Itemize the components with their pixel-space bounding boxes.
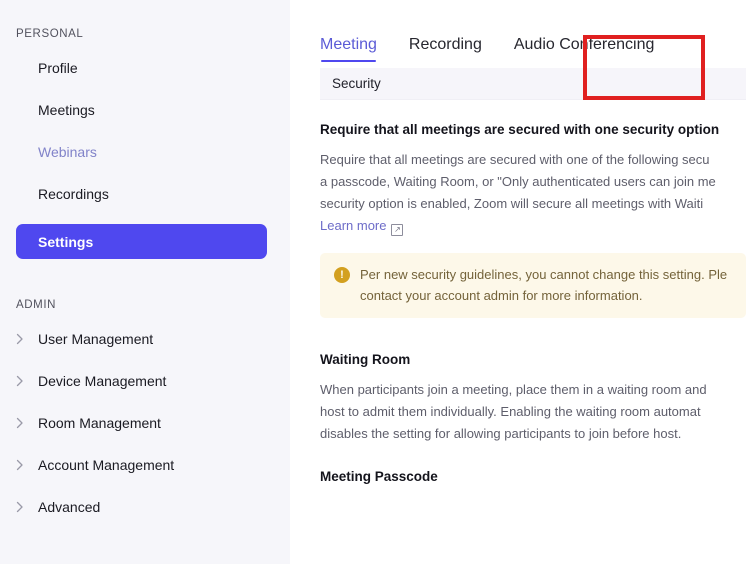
sidebar: PERSONAL Profile Meetings Webinars Recor… [0,0,290,564]
settings-gap [320,318,746,352]
main-content: Meeting Recording Audio Conferencing Sec… [290,0,746,564]
security-notice-banner: ! Per new security guidelines, you canno… [320,253,746,318]
tab-label: Recording [408,36,482,53]
section-header-security: Security [320,68,746,100]
tab-label: Meeting [320,36,377,53]
tab-recording[interactable]: Recording [393,36,498,68]
warning-icon: ! [334,267,350,283]
sidebar-item-label: Device Management [38,373,167,389]
sidebar-item-meetings[interactable]: Meetings [0,98,290,122]
setting-title: Require that all meetings are secured wi… [320,122,720,137]
sidebar-item-label: Advanced [38,499,101,515]
setting-description-line: Require that all meetings are secured wi… [320,152,710,167]
sidebar-item-user-management[interactable]: User Management [0,327,290,351]
setting-description: Require that all meetings are secured wi… [320,149,746,237]
zoom-settings-page: PERSONAL Profile Meetings Webinars Recor… [0,0,746,564]
setting-description-line: security option is enabled, Zoom will se… [320,196,704,211]
chevron-right-icon [16,459,30,471]
sidebar-item-webinars[interactable]: Webinars [0,140,290,164]
notice-text: Per new security guidelines, you cannot … [360,264,727,306]
tab-label: Audio Conferencing [513,36,655,53]
sidebar-item-label: Room Management [38,415,161,431]
tab-meeting[interactable]: Meeting [304,36,393,68]
sidebar-item-label: Webinars [38,144,97,160]
sidebar-item-profile[interactable]: Profile [0,56,290,80]
chevron-right-icon [16,501,30,513]
external-link-icon: ↗ [391,224,404,236]
sidebar-item-advanced[interactable]: Advanced [0,495,290,519]
sidebar-item-label: Meetings [38,102,95,118]
notice-text-line: contact your account admin for more info… [360,288,643,303]
sidebar-item-label: Profile [38,60,78,76]
setting-title: Waiting Room [320,352,411,367]
sidebar-item-room-management[interactable]: Room Management [0,411,290,435]
sidebar-item-device-management[interactable]: Device Management [0,369,290,393]
setting-description-line: When participants join a meeting, place … [320,382,707,397]
settings-tabbar: Meeting Recording Audio Conferencing [290,0,746,68]
section-title: Security [332,76,381,91]
setting-waiting-room: Waiting Room When participants join a me… [320,352,746,445]
chevron-right-icon [16,375,30,387]
setting-description: When participants join a meeting, place … [320,379,746,445]
setting-title: Meeting Passcode [320,469,438,484]
tab-audio-conferencing[interactable]: Audio Conferencing [498,36,671,68]
sidebar-item-settings[interactable]: Settings [16,224,267,259]
setting-description-line: disables the setting for allowing partic… [320,426,682,441]
settings-content: Security Require that all meetings are s… [290,68,746,484]
sidebar-item-label: Settings [38,233,94,250]
settings-gap [320,445,746,469]
setting-require-security-option: Require that all meetings are secured wi… [320,100,746,318]
learn-more-row: Learn more ↗ [320,215,746,237]
setting-meeting-passcode: Meeting Passcode [320,469,746,484]
setting-description-line: a passcode, Waiting Room, or "Only authe… [320,174,716,189]
notice-text-line: Per new security guidelines, you cannot … [360,267,728,282]
sidebar-item-label: Account Management [38,457,175,473]
sidebar-item-label: Recordings [38,186,109,202]
sidebar-item-account-management[interactable]: Account Management [0,453,290,477]
sidebar-group-personal-label: PERSONAL [16,28,84,40]
learn-more-link[interactable]: Learn more [320,218,386,233]
sidebar-item-recordings[interactable]: Recordings [0,182,290,206]
sidebar-group-admin-label: ADMIN [16,299,57,311]
chevron-right-icon [16,333,30,345]
sidebar-item-label: User Management [38,331,154,347]
chevron-right-icon [16,417,30,429]
setting-description-line: host to admit them individually. Enablin… [320,404,701,419]
